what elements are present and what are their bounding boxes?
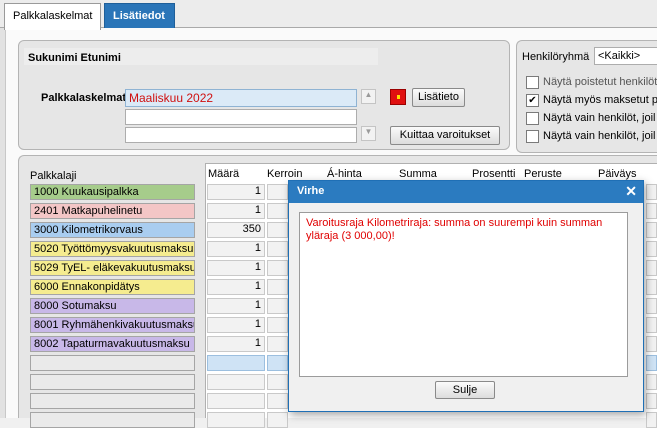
- palkkalaji-row[interactable]: 1000 Kuukausipalkka: [30, 184, 195, 200]
- kerroin-cell[interactable]: [267, 260, 288, 276]
- selected-slip-field[interactable]: Maaliskuu 2022: [125, 89, 357, 107]
- close-icon[interactable]: ✕: [625, 183, 637, 200]
- palkkalaji-row[interactable]: 8002 Tapaturmavakuutusmaksu: [30, 336, 195, 352]
- maara-cell[interactable]: [207, 412, 265, 428]
- palkkalaji-row[interactable]: 2401 Matkapuhelinetu: [30, 203, 195, 219]
- checkbox-vain-1-label: Näytä vain henkilöt, joil: [543, 112, 656, 124]
- kerroin-cell[interactable]: [267, 412, 288, 428]
- dialog-body: Varoitusraja Kilometriraja: summa on suu…: [289, 203, 643, 411]
- kerroin-cell[interactable]: [267, 336, 288, 352]
- maara-cell-selected[interactable]: [207, 355, 265, 371]
- col-header-kerroin[interactable]: Kerroin: [267, 168, 302, 180]
- checkbox-vain-1[interactable]: [526, 112, 539, 125]
- paivays-cell[interactable]: [646, 298, 657, 314]
- palkkalaji-row-empty[interactable]: [30, 393, 195, 409]
- palkkalaskelmat-label: Palkkalaskelmat: [41, 92, 127, 104]
- paivays-cell[interactable]: [646, 222, 657, 238]
- paivays-cell[interactable]: [646, 203, 657, 219]
- palkkalaji-row[interactable]: 5029 TyEL- eläkevakuutusmaksu: [30, 260, 195, 276]
- col-header-prosentti[interactable]: Prosentti: [472, 168, 515, 180]
- palkkalaji-row-empty[interactable]: [30, 355, 195, 371]
- maara-cell[interactable]: 1: [207, 260, 265, 276]
- paivays-cell[interactable]: [646, 279, 657, 295]
- col-header-peruste[interactable]: Peruste: [524, 168, 562, 180]
- warning-flag-dot: [397, 95, 400, 99]
- kerroin-cell[interactable]: [267, 241, 288, 257]
- slip-list-row-3[interactable]: [125, 127, 357, 143]
- maara-cell[interactable]: 1: [207, 336, 265, 352]
- paivays-cell[interactable]: [646, 374, 657, 390]
- tab-lisatiedot[interactable]: Lisätiedot: [104, 3, 175, 29]
- kerroin-cell[interactable]: [267, 374, 288, 390]
- col-header-summa[interactable]: Summa: [399, 168, 437, 180]
- kerroin-cell[interactable]: [267, 317, 288, 333]
- palkkalaji-row[interactable]: 5020 Työttömyysvakuutusmaksu: [30, 241, 195, 257]
- paivays-cell[interactable]: [646, 317, 657, 333]
- col-header-paivays[interactable]: Päiväys: [598, 168, 637, 180]
- kerroin-cell[interactable]: [267, 393, 288, 409]
- maara-cell[interactable]: 1: [207, 241, 265, 257]
- maara-cell[interactable]: 1: [207, 203, 265, 219]
- tab-palkkalaskelmat[interactable]: Palkkalaskelmat: [4, 3, 101, 30]
- dialog-title[interactable]: Virhe: [289, 181, 643, 203]
- triangle-up-icon: ▲: [364, 90, 373, 99]
- slip-scroll-up[interactable]: ▲: [361, 89, 376, 104]
- kerroin-cell-selected[interactable]: [267, 355, 288, 371]
- henkiloryhma-select[interactable]: <Kaikki>: [594, 47, 657, 65]
- kuittaa-varoitukset-button[interactable]: Kuittaa varoitukset: [390, 126, 500, 145]
- maara-cell[interactable]: [207, 374, 265, 390]
- kerroin-cell[interactable]: [267, 184, 288, 200]
- triangle-down-icon: ▼: [364, 127, 373, 136]
- slip-scroll-down[interactable]: ▼: [361, 126, 376, 141]
- paivays-cell[interactable]: [646, 184, 657, 200]
- warning-flag-icon: [390, 89, 406, 105]
- kerroin-cell[interactable]: [267, 298, 288, 314]
- paivays-cell[interactable]: [646, 260, 657, 276]
- col-header-maara[interactable]: Määrä: [208, 168, 239, 180]
- checkbox-poistetut[interactable]: [526, 76, 539, 89]
- kerroin-cell[interactable]: [267, 279, 288, 295]
- paivays-cell[interactable]: [646, 336, 657, 352]
- checkmark-icon: ✔: [528, 95, 537, 106]
- palkkalaji-row[interactable]: 6000 Ennakonpidätys: [30, 279, 195, 295]
- checkbox-maksetut[interactable]: ✔: [526, 94, 539, 107]
- error-dialog: Virhe ✕ Varoitusraja Kilometriraja: summ…: [288, 180, 644, 412]
- col-header-a-hinta[interactable]: Á-hinta: [327, 168, 362, 180]
- maara-cell[interactable]: [207, 393, 265, 409]
- paivays-cell-selected[interactable]: [646, 355, 657, 371]
- checkbox-vain-2[interactable]: [526, 130, 539, 143]
- palkkalaji-row-empty[interactable]: [30, 374, 195, 390]
- kerroin-cell[interactable]: [267, 203, 288, 219]
- paivays-cell[interactable]: [646, 393, 657, 409]
- left-splitter[interactable]: [0, 28, 6, 418]
- checkbox-poistetut-label: Näytä poistetut henkilöt: [543, 76, 657, 88]
- maara-cell[interactable]: 1: [207, 298, 265, 314]
- checkbox-maksetut-label: Näytä myös maksetut p: [543, 94, 657, 106]
- palkkalaji-row-empty[interactable]: [30, 412, 195, 428]
- palkkalaji-header: Palkkalaji: [30, 170, 77, 182]
- maara-cell[interactable]: 1: [207, 279, 265, 295]
- palkkalaji-row[interactable]: 8000 Sotumaksu: [30, 298, 195, 314]
- maara-cell[interactable]: 350: [207, 222, 265, 238]
- maara-cell[interactable]: 1: [207, 317, 265, 333]
- kerroin-cell[interactable]: [267, 222, 288, 238]
- palkkalaji-row[interactable]: 3000 Kilometrikorvaus: [30, 222, 195, 238]
- palkkalaji-row[interactable]: 8001 Ryhmähenkivakuutusmaksu: [30, 317, 195, 333]
- slip-list-row-2[interactable]: [125, 109, 357, 125]
- henkiloryhma-label: Henkilöryhmä: [522, 51, 590, 63]
- lisatieto-button[interactable]: Lisätieto: [412, 88, 465, 107]
- sulje-button[interactable]: Sulje: [435, 381, 495, 399]
- paivays-cell[interactable]: [646, 241, 657, 257]
- employee-name: Sukunimi Etunimi: [28, 52, 121, 64]
- paivays-cell[interactable]: [646, 412, 657, 428]
- dialog-message: Varoitusraja Kilometriraja: summa on suu…: [299, 212, 628, 377]
- maara-cell[interactable]: 1: [207, 184, 265, 200]
- checkbox-vain-2-label: Näytä vain henkilöt, joil: [543, 130, 656, 142]
